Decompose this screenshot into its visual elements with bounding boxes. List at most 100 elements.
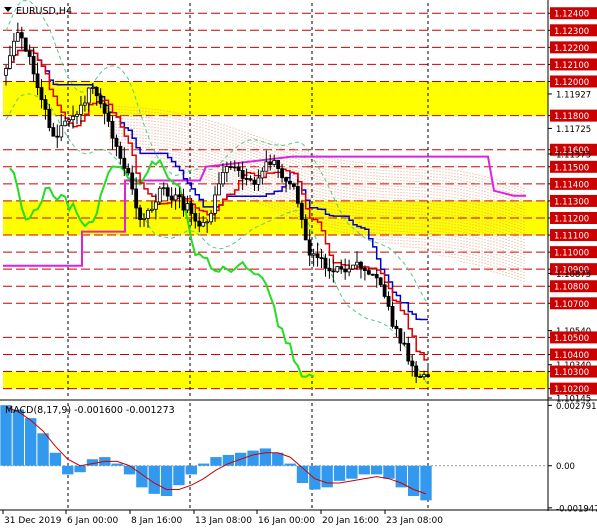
candle-body: [374, 274, 379, 279]
price-grid: [3, 3, 548, 509]
candle: [311, 248, 316, 267]
macd-histogram-bar: [247, 450, 259, 466]
candle-body: [228, 166, 233, 168]
candle-body: [134, 188, 139, 209]
candle-body: [51, 127, 56, 137]
candle-body: [11, 40, 16, 57]
macd-histogram-bar: [123, 465, 136, 475]
candle-body: [106, 112, 111, 122]
candle: [406, 336, 411, 365]
candle-body: [86, 87, 91, 104]
candle-body: [118, 146, 123, 159]
candle-body: [201, 221, 206, 227]
candle-body: [303, 219, 308, 241]
price-level-label: 1.11100: [554, 232, 589, 242]
candle: [126, 163, 131, 176]
chikou-span-line: [9, 158, 315, 378]
candle: [386, 291, 391, 311]
candle-body: [67, 119, 72, 122]
candle: [236, 162, 241, 178]
price-tick-label: 1.11725: [556, 125, 591, 135]
candle-body: [102, 103, 107, 114]
candle-body: [343, 268, 348, 273]
candle-body: [390, 305, 395, 327]
price-level-label: 1.10300: [554, 368, 589, 378]
macd-histogram-bar: [173, 465, 185, 486]
candle-body: [311, 253, 316, 256]
candle-body: [23, 37, 28, 52]
candle: [102, 101, 107, 125]
candle: [284, 176, 288, 193]
candle-body: [402, 342, 407, 345]
candle: [23, 37, 28, 53]
candle-body: [43, 99, 48, 110]
candle-body: [15, 32, 20, 42]
candle: [426, 364, 430, 378]
dropdown-triangle-icon[interactable]: [4, 7, 12, 12]
candle-body: [142, 217, 146, 220]
candle-body: [288, 180, 292, 185]
price-level-label: 1.10400: [554, 351, 589, 361]
candle: [244, 168, 249, 186]
candle: [8, 45, 12, 70]
candle-body: [189, 203, 194, 214]
candle-body: [98, 95, 103, 105]
candle: [370, 273, 375, 277]
time-tick-label: 6 Jan 00:00: [67, 516, 119, 526]
candle: [59, 113, 64, 142]
price-level-label: 1.12200: [554, 44, 589, 54]
macd-histogram-bar: [62, 465, 74, 475]
candle-body: [244, 178, 249, 180]
candle-body: [236, 166, 241, 171]
price-level-label: 1.10700: [554, 300, 589, 310]
time-tick-label: 23 Jan 08:00: [386, 516, 443, 526]
candle-body: [292, 183, 296, 187]
candle-body: [209, 212, 213, 223]
macd-histogram-bar: [358, 465, 370, 475]
candle-body: [126, 167, 131, 174]
candle-body: [197, 220, 202, 227]
candle-body: [378, 277, 383, 286]
time-tick-label: 8 Jan 16:00: [131, 516, 183, 526]
candle-body: [347, 268, 352, 273]
macd-histogram-bar: [74, 465, 86, 473]
candle-body: [307, 239, 312, 256]
macd-signal-line: [5, 406, 427, 495]
macd-histogram-bar: [12, 409, 25, 466]
candle-body: [39, 87, 44, 100]
macd-histogram-bar: [136, 465, 148, 488]
candle-body: [153, 201, 158, 210]
candle: [327, 258, 332, 279]
price-level-label: 1.11200: [554, 214, 589, 224]
candle: [55, 124, 60, 148]
candle-body: [331, 270, 336, 273]
candle-body: [165, 187, 170, 197]
price-tick-label: 1.11927: [556, 90, 591, 100]
candle: [292, 182, 296, 190]
price-level-label: 1.10500: [554, 334, 589, 344]
candle-body: [240, 170, 245, 179]
price-level-label: 1.12300: [554, 27, 589, 37]
candle: [264, 150, 269, 172]
candle-body: [31, 56, 36, 75]
price-level-label: 1.12100: [554, 61, 589, 71]
candle-body: [339, 266, 344, 270]
price-level-label: 1.11000: [554, 249, 589, 259]
upper-band-line: [5, 0, 429, 306]
macd-histogram-bar: [37, 433, 49, 466]
candle-body: [169, 195, 174, 201]
candle-body: [63, 120, 68, 127]
candle-body: [280, 168, 284, 179]
candle-body: [370, 273, 375, 276]
candle-body: [138, 207, 142, 220]
candle-body: [185, 203, 190, 211]
time-tick-label: 13 Jan 08:00: [195, 516, 252, 526]
candle-body: [130, 172, 135, 190]
candle-body: [394, 325, 399, 330]
candle-body: [146, 209, 150, 219]
macd-tick-label: 0.00: [556, 462, 575, 472]
candle-body: [94, 87, 99, 97]
macd-histogram-bar: [383, 465, 395, 479]
candle-body: [366, 270, 371, 275]
candle: [15, 22, 20, 42]
